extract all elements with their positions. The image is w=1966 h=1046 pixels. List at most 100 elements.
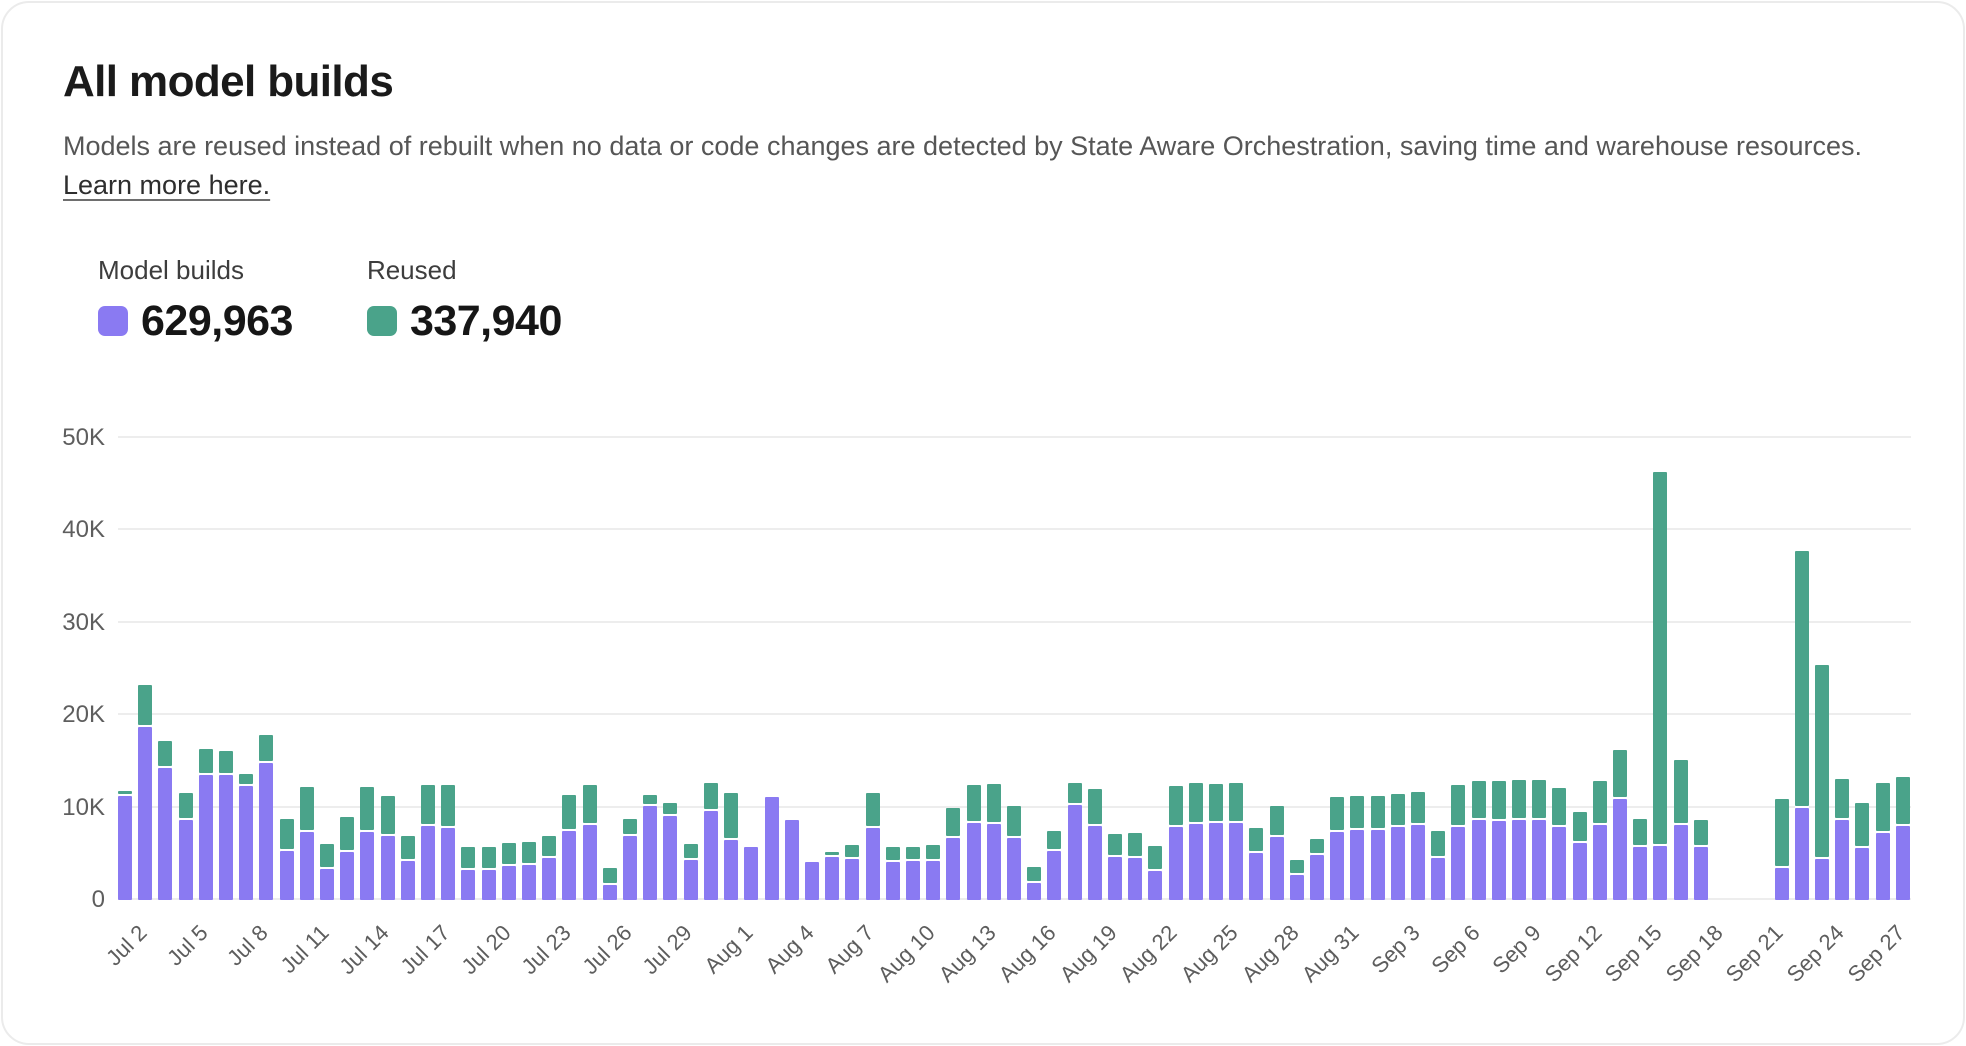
bar-jul-28[interactable] [643, 343, 657, 900]
bar-aug-25[interactable] [1209, 343, 1223, 900]
bar-aug-5[interactable] [805, 343, 819, 900]
builds-segment [1613, 799, 1627, 900]
bar-aug-24[interactable] [1189, 343, 1203, 900]
bar-aug-9[interactable] [886, 343, 900, 900]
bar-sep-1[interactable] [1350, 343, 1364, 900]
bar-aug-2[interactable] [744, 343, 758, 900]
bar-jul-23[interactable] [542, 343, 556, 900]
bar-jul-21[interactable] [502, 343, 516, 900]
bar-aug-4[interactable] [785, 343, 799, 900]
bar-aug-13[interactable] [967, 343, 981, 900]
bar-aug-16[interactable] [1027, 343, 1041, 900]
x-tick-sep-15: Sep 15 [1600, 920, 1668, 988]
bar-sep-23[interactable] [1795, 343, 1809, 900]
bar-aug-3[interactable] [765, 343, 779, 900]
bar-jul-30[interactable] [684, 343, 698, 900]
bar-jul-7[interactable] [219, 343, 233, 900]
bar-jul-9[interactable] [259, 343, 273, 900]
bar-aug-7[interactable] [845, 343, 859, 900]
builds-segment [1249, 853, 1263, 900]
reused-segment [1229, 783, 1243, 821]
bar-jul-3[interactable] [138, 343, 152, 900]
bar-aug-23[interactable] [1169, 343, 1183, 900]
bar-sep-7[interactable] [1472, 343, 1486, 900]
bar-sep-5[interactable] [1431, 343, 1445, 900]
bar-jul-20[interactable] [482, 343, 496, 900]
bar-jul-26[interactable] [603, 343, 617, 900]
bar-jul-12[interactable] [320, 343, 334, 900]
learn-more-link[interactable]: Learn more here. [63, 170, 270, 200]
bar-jul-18[interactable] [441, 343, 455, 900]
bar-sep-12[interactable] [1573, 343, 1587, 900]
bar-sep-16[interactable] [1653, 343, 1667, 900]
bar-jul-29[interactable] [663, 343, 677, 900]
bar-sep-4[interactable] [1411, 343, 1425, 900]
bar-sep-9[interactable] [1512, 343, 1526, 900]
bar-sep-17[interactable] [1674, 343, 1688, 900]
bar-sep-2[interactable] [1371, 343, 1385, 900]
builds-segment [1876, 833, 1890, 900]
bar-sep-11[interactable] [1552, 343, 1566, 900]
reused-segment [320, 844, 334, 867]
bar-aug-17[interactable] [1047, 343, 1061, 900]
bar-aug-28[interactable] [1270, 343, 1284, 900]
bar-jul-19[interactable] [461, 343, 475, 900]
bar-sep-15[interactable] [1633, 343, 1647, 900]
bar-aug-10[interactable] [906, 343, 920, 900]
bar-aug-14[interactable] [987, 343, 1001, 900]
bar-sep-24[interactable] [1815, 343, 1829, 900]
bar-jul-14[interactable] [360, 343, 374, 900]
bar-jul-17[interactable] [421, 343, 435, 900]
bar-sep-21 [1754, 343, 1768, 900]
bar-sep-14[interactable] [1613, 343, 1627, 900]
bar-jul-11[interactable] [300, 343, 314, 900]
bar-jul-4[interactable] [158, 343, 172, 900]
bar-jul-5[interactable] [179, 343, 193, 900]
bar-sep-6[interactable] [1451, 343, 1465, 900]
bar-sep-10[interactable] [1532, 343, 1546, 900]
reused-segment [1552, 788, 1566, 825]
bar-aug-27[interactable] [1249, 343, 1263, 900]
bar-jul-25[interactable] [583, 343, 597, 900]
bar-sep-18[interactable] [1694, 343, 1708, 900]
bar-jul-6[interactable] [199, 343, 213, 900]
bar-aug-6[interactable] [825, 343, 839, 900]
bar-sep-27[interactable] [1876, 343, 1890, 900]
bar-aug-1[interactable] [724, 343, 738, 900]
bar-aug-20[interactable] [1108, 343, 1122, 900]
bar-aug-12[interactable] [946, 343, 960, 900]
bar-sep-26[interactable] [1855, 343, 1869, 900]
bar-sep-3[interactable] [1391, 343, 1405, 900]
bar-aug-30[interactable] [1310, 343, 1324, 900]
bar-aug-18[interactable] [1068, 343, 1082, 900]
reused-segment [381, 796, 395, 834]
bar-sep-28[interactable] [1896, 343, 1910, 900]
bar-jul-2[interactable] [118, 343, 132, 900]
builds-segment [825, 857, 839, 900]
bar-jul-22[interactable] [522, 343, 536, 900]
reused-segment [1573, 812, 1587, 841]
bar-jul-13[interactable] [340, 343, 354, 900]
bar-jul-27[interactable] [623, 343, 637, 900]
bar-sep-13[interactable] [1593, 343, 1607, 900]
bar-aug-8[interactable] [866, 343, 880, 900]
bar-aug-29[interactable] [1290, 343, 1304, 900]
bar-sep-25[interactable] [1835, 343, 1849, 900]
bar-jul-10[interactable] [280, 343, 294, 900]
builds-segment [1128, 858, 1142, 900]
bar-jul-24[interactable] [562, 343, 576, 900]
bar-aug-31[interactable] [1330, 343, 1344, 900]
bar-aug-21[interactable] [1128, 343, 1142, 900]
bar-jul-16[interactable] [401, 343, 415, 900]
bar-sep-8[interactable] [1492, 343, 1506, 900]
builds-segment [1310, 855, 1324, 900]
bar-jul-31[interactable] [704, 343, 718, 900]
bar-jul-15[interactable] [381, 343, 395, 900]
bar-aug-11[interactable] [926, 343, 940, 900]
bar-aug-22[interactable] [1148, 343, 1162, 900]
bar-aug-19[interactable] [1088, 343, 1102, 900]
bar-sep-22[interactable] [1775, 343, 1789, 900]
bar-aug-15[interactable] [1007, 343, 1021, 900]
bar-aug-26[interactable] [1229, 343, 1243, 900]
bar-jul-8[interactable] [239, 343, 253, 900]
